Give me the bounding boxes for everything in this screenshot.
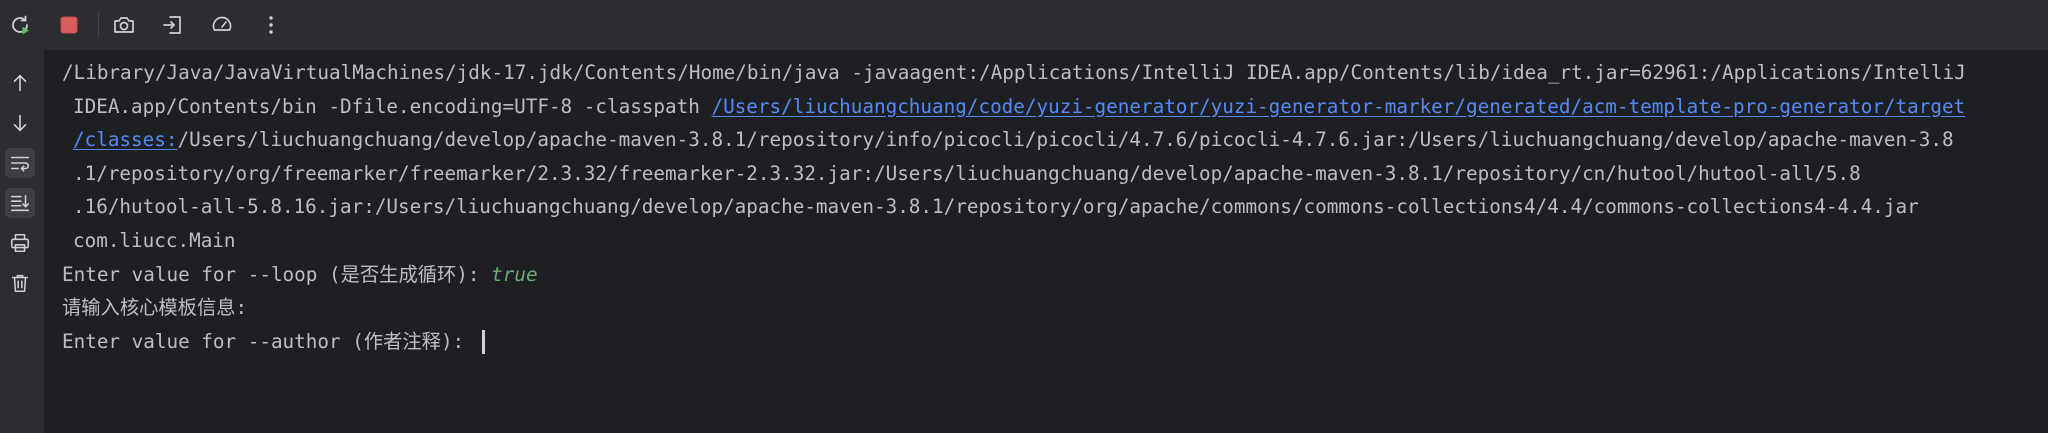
rerun-button[interactable] — [4, 9, 36, 41]
command-text: /Library/Java/JavaVirtualMachines/jdk-17… — [62, 61, 1966, 84]
console-line: /classes:/Users/liuchuangchuang/develop/… — [62, 123, 2048, 157]
arrow-up-icon — [13, 74, 27, 92]
more-button[interactable] — [255, 9, 287, 41]
console-line: .16/hutool-all-5.8.16.jar:/Users/liuchua… — [62, 190, 2048, 224]
console-line: /Library/Java/JavaVirtualMachines/jdk-17… — [62, 56, 2048, 90]
classpath-link[interactable]: /classes: — [73, 128, 177, 151]
soft-wrap-toggle[interactable] — [5, 148, 35, 178]
console-output[interactable]: /Library/Java/JavaVirtualMachines/jdk-17… — [44, 50, 2048, 433]
run-toolbar — [0, 0, 2048, 50]
stop-icon — [60, 16, 78, 34]
camera-icon — [114, 17, 134, 33]
scroll-to-end-icon — [10, 194, 30, 212]
console-line: IDEA.app/Contents/bin -Dfile.encoding=UT… — [62, 90, 2048, 124]
trash-icon — [11, 274, 29, 293]
console-line: Enter value for --author (作者注释): — [62, 325, 2048, 359]
console-line: Enter value for --loop (是否生成循环): true — [62, 258, 2048, 292]
scroll-to-end-toggle[interactable] — [5, 188, 35, 218]
info-message: 请输入核心模板信息: — [62, 296, 248, 320]
more-vertical-icon — [269, 16, 273, 34]
loop-prompt: Enter value for --loop (是否生成循环): — [62, 262, 492, 286]
console-sidebar — [0, 50, 44, 433]
command-text: IDEA.app/Contents/bin -Dfile.encoding=UT… — [73, 94, 712, 118]
exit-button[interactable] — [157, 9, 189, 41]
clear-console-button[interactable] — [5, 268, 35, 298]
scroll-up-button[interactable] — [5, 68, 35, 98]
command-text: /Users/liuchuangchuang/develop/apache-ma… — [177, 128, 1954, 152]
text-cursor[interactable] — [481, 330, 485, 355]
loop-input-value: true — [491, 262, 538, 286]
print-button[interactable] — [5, 228, 35, 258]
soft-wrap-icon — [10, 156, 30, 172]
stop-button[interactable] — [53, 9, 85, 41]
command-text: .1/repository/org/freemarker/freemarker/… — [73, 161, 1861, 185]
screenshot-button[interactable] — [108, 9, 140, 41]
classpath-link[interactable]: /Users/liuchuangchuang/code/yuzi-generat… — [711, 95, 1965, 118]
rerun-icon — [12, 15, 29, 35]
console-line: com.liucc.Main — [62, 224, 2048, 258]
exit-icon — [163, 16, 181, 34]
printer-icon — [10, 233, 30, 253]
console-line: .1/repository/org/freemarker/freemarker/… — [62, 157, 2048, 191]
command-text: .16/hutool-all-5.8.16.jar:/Users/liuchua… — [73, 195, 1919, 219]
arrow-down-icon — [13, 114, 27, 132]
author-prompt: Enter value for --author (作者注释): — [62, 329, 476, 353]
profiler-button[interactable] — [206, 9, 238, 41]
main-class-text: com.liucc.Main — [73, 228, 236, 252]
scroll-down-button[interactable] — [5, 108, 35, 138]
console-line: 请输入核心模板信息: — [62, 291, 2048, 325]
speedometer-icon — [212, 16, 232, 31]
toolbar-separator — [98, 12, 99, 38]
